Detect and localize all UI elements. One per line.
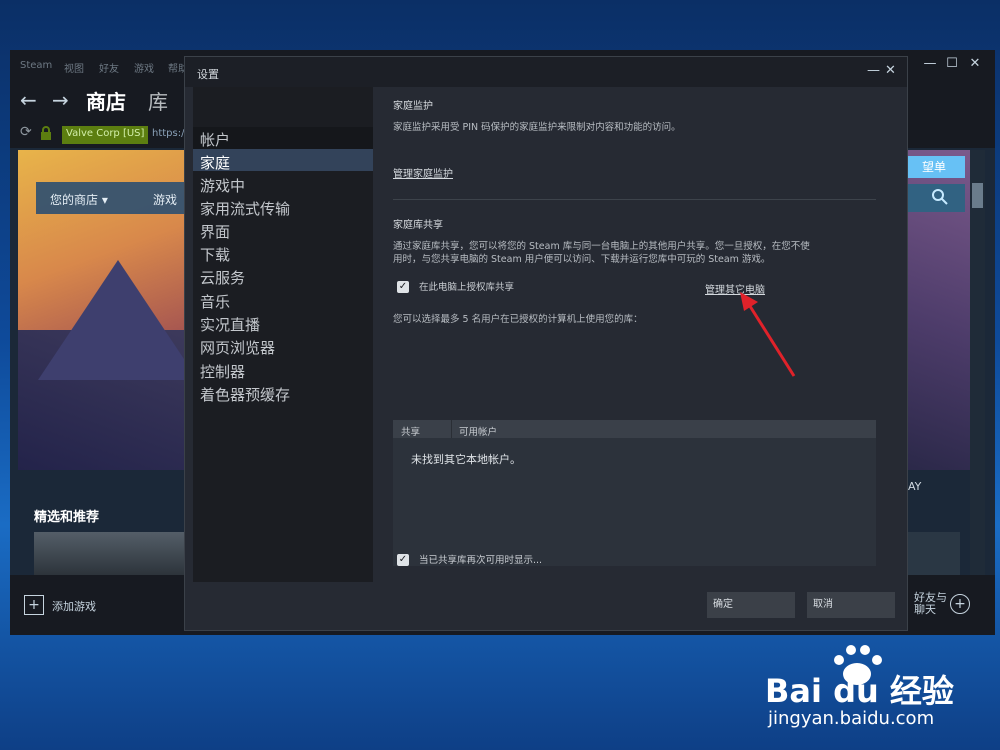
notify-available-label[interactable]: 当已共享库再次可用时显示... xyxy=(419,554,542,567)
forward-arrow-icon[interactable]: → xyxy=(52,88,69,112)
maximize-icon[interactable]: ☐ xyxy=(942,56,962,71)
sidebar-item-in-game[interactable]: 游戏中 xyxy=(200,175,245,196)
sidebar-item-streaming[interactable]: 家用流式传输 xyxy=(200,198,290,219)
back-arrow-icon[interactable]: ← xyxy=(20,88,37,112)
tab-your-store[interactable]: 您的商店 ▾ xyxy=(50,191,108,208)
sidebar-item-cloud[interactable]: 云服务 xyxy=(200,267,245,288)
sidebar-item-account[interactable]: 帐户 xyxy=(200,129,230,150)
minimize-icon[interactable]: — xyxy=(920,56,940,71)
menu-games[interactable]: 游戏 xyxy=(134,60,154,75)
section-divider xyxy=(393,199,876,200)
minimize-icon[interactable]: — xyxy=(867,63,880,78)
select-users-text: 您可以选择最多 5 名用户在已授权的计算机上使用您的库： xyxy=(393,314,643,325)
sidebar-item-downloads[interactable]: 下载 xyxy=(200,244,230,265)
ssl-badge: Valve Corp [US] xyxy=(62,126,149,144)
add-game-button[interactable]: 添加游戏 xyxy=(52,598,96,614)
column-header-share[interactable]: 共享 xyxy=(401,424,420,438)
nav-store[interactable]: 商店 xyxy=(86,86,126,115)
library-sharing-description-line1: 通过家庭库共享，您可以将您的 Steam 库与同一台电脑上的其他用户共享。您一旦… xyxy=(393,241,810,252)
wishlist-button[interactable]: 望单 xyxy=(903,156,965,178)
baidu-logo-text: Bai du 经验 xyxy=(765,672,954,710)
library-sharing-description-line2: 用时，与您共享电脑的 Steam 用户便可以访问、下载并运行您库中可玩的 Ste… xyxy=(393,254,771,265)
menu-steam[interactable]: Steam xyxy=(20,60,52,71)
add-game-icon[interactable]: + xyxy=(24,595,44,615)
nav-library[interactable]: 库 xyxy=(148,86,168,115)
authorize-sharing-label[interactable]: 在此电脑上授权库共享 xyxy=(419,281,514,294)
baidu-url: jingyan.baidu.com xyxy=(768,708,935,729)
settings-sidebar: 帐户 家庭 游戏中 家用流式传输 界面 下载 云服务 音乐 实况直播 网页浏览器… xyxy=(193,87,373,582)
cancel-button[interactable]: 取消 xyxy=(807,592,895,618)
family-view-title: 家庭监护 xyxy=(393,101,433,112)
settings-content: 家庭监护 家庭监护采用受 PIN 码保护的家庭监护来限制对内容和功能的访问。 管… xyxy=(375,87,893,582)
friends-chat-button[interactable]: 好友与聊天 xyxy=(914,592,948,616)
sidebar-item-music[interactable]: 音乐 xyxy=(200,291,230,312)
manage-other-computers-link[interactable]: 管理其它电脑 xyxy=(705,281,765,296)
library-sharing-title: 家庭库共享 xyxy=(393,220,443,231)
empty-table-message: 未找到其它本地帐户。 xyxy=(411,453,521,466)
sidebar-item-web-browser[interactable]: 网页浏览器 xyxy=(200,337,275,358)
ok-button[interactable]: 确定 xyxy=(707,592,795,618)
settings-footer xyxy=(185,582,907,630)
sidebar-item-family[interactable]: 家庭 xyxy=(200,152,230,173)
menu-view[interactable]: 视图 xyxy=(64,60,84,75)
sidebar-item-controller[interactable]: 控制器 xyxy=(200,361,245,382)
friends-add-icon[interactable]: + xyxy=(950,594,970,614)
featured-title: 精选和推荐 xyxy=(34,510,100,525)
scrollbar-thumb[interactable] xyxy=(972,183,983,208)
family-view-description: 家庭监护采用受 PIN 码保护的家庭监护来限制对内容和功能的访问。 xyxy=(393,122,681,133)
settings-title: 设置 xyxy=(197,68,219,81)
sidebar-item-broadcasting[interactable]: 实况直播 xyxy=(200,314,260,335)
column-header-accounts[interactable]: 可用帐户 xyxy=(459,424,497,438)
hero-shape xyxy=(38,260,198,380)
manage-family-view-link[interactable]: 管理家庭监护 xyxy=(393,165,453,180)
scrollbar[interactable] xyxy=(970,150,985,625)
column-divider xyxy=(451,420,452,438)
refresh-icon[interactable]: ⟳ xyxy=(20,124,32,140)
close-icon[interactable]: ✕ xyxy=(965,56,985,71)
tab-games[interactable]: 游戏 xyxy=(153,191,177,208)
url-text[interactable]: https:// xyxy=(152,128,188,139)
close-icon[interactable]: ✕ xyxy=(885,63,896,78)
search-icon[interactable] xyxy=(930,187,950,207)
menu-friends[interactable]: 好友 xyxy=(99,60,119,75)
banner-text: AY xyxy=(908,480,922,493)
sidebar-item-interface[interactable]: 界面 xyxy=(200,221,230,242)
lock-icon xyxy=(40,125,52,140)
notify-available-checkbox[interactable]: ✓ xyxy=(397,554,409,566)
settings-titlebar: 设置 — ✕ xyxy=(185,57,907,87)
authorize-sharing-checkbox[interactable]: ✓ xyxy=(397,281,409,293)
shared-users-table xyxy=(393,420,876,566)
settings-dialog: 设置 — ✕ 帐户 家庭 游戏中 家用流式传输 界面 下载 云服务 音乐 实况直… xyxy=(184,56,908,631)
sidebar-item-shader-cache[interactable]: 着色器预缓存 xyxy=(200,384,290,405)
